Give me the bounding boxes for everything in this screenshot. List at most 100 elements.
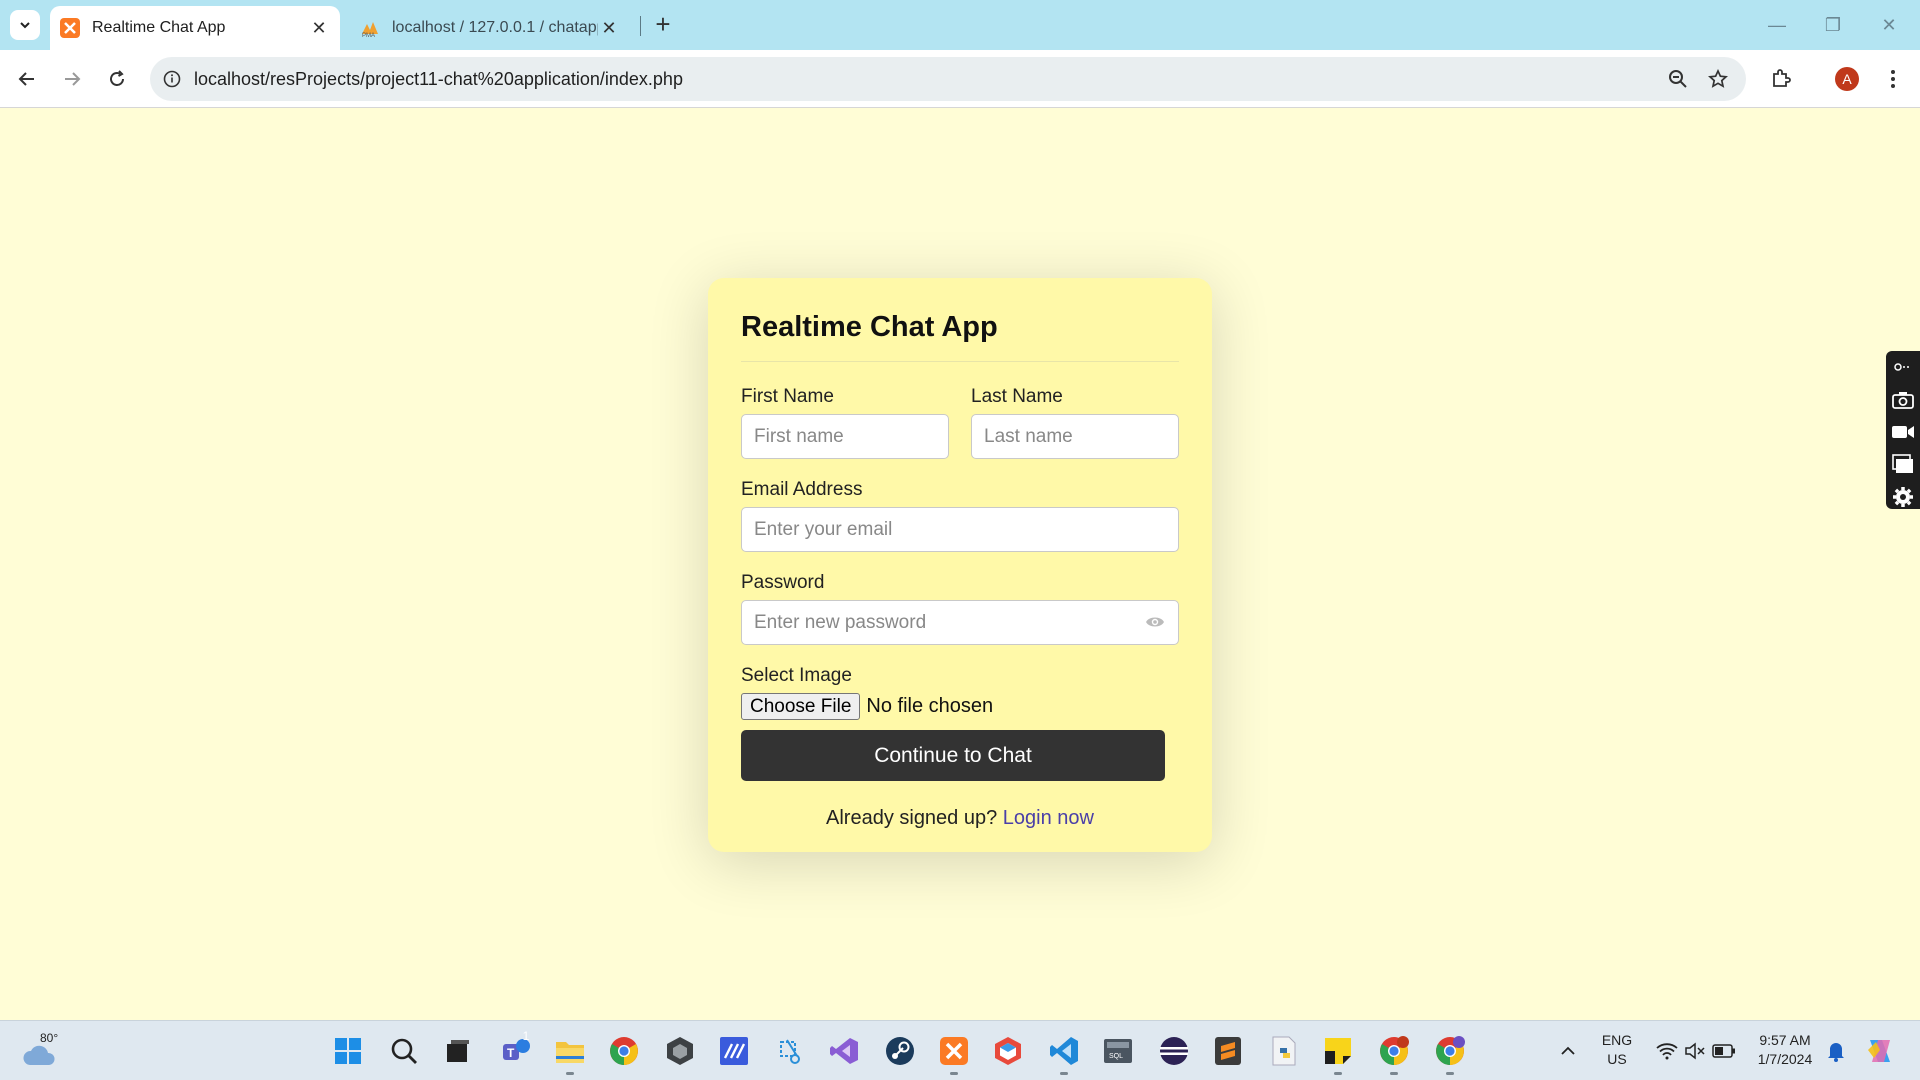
bookmark-button[interactable] [1698, 59, 1738, 99]
password-input[interactable] [741, 600, 1179, 645]
tab-title: localhost / 127.0.0.1 / chatappli [392, 19, 598, 36]
tab-realtime-chat[interactable]: Realtime Chat App ✕ [50, 6, 340, 50]
record-video-tool[interactable] [1890, 420, 1916, 444]
forward-button[interactable] [55, 62, 89, 96]
steam-app[interactable] [882, 1033, 918, 1069]
gear-icon [1893, 486, 1913, 507]
region-code: US [1607, 1051, 1627, 1067]
close-tab-icon[interactable]: ✕ [308, 17, 330, 39]
sublime-icon [1215, 1037, 1241, 1065]
notifications-button[interactable] [1818, 1033, 1854, 1069]
sql-app[interactable]: SQL [1100, 1033, 1136, 1069]
login-prompt: Already signed up? Login now [741, 807, 1179, 830]
browser-menu-button[interactable] [1876, 62, 1910, 96]
xampp-icon [940, 1037, 968, 1065]
copilot-button[interactable] [1862, 1033, 1898, 1069]
unity-app[interactable] [662, 1033, 698, 1069]
first-name-label: First Name [741, 386, 834, 407]
first-name-input[interactable] [741, 414, 949, 459]
chrome-profile-b-app[interactable] [1432, 1033, 1468, 1075]
task-view-button[interactable] [440, 1033, 476, 1069]
capture-settings-tool[interactable] [1890, 485, 1916, 509]
extensions-button[interactable] [1764, 62, 1798, 96]
windows-taskbar: 80° T 1 SQL ENG US 9:57 AM 1/7/2024 [0, 1020, 1920, 1080]
running-indicator [1334, 1072, 1342, 1075]
volume-muted-icon [1685, 1042, 1705, 1060]
clock-time: 9:57 AM [1759, 1032, 1811, 1048]
window-icon [1892, 454, 1913, 474]
chart-tile-icon [720, 1037, 748, 1065]
continue-to-chat-button[interactable]: Continue to Chat [741, 730, 1165, 781]
image-label: Select Image [741, 665, 852, 686]
zoom-out-icon [1669, 70, 1687, 88]
eye-icon[interactable] [1145, 614, 1165, 630]
chrome-icon [1436, 1036, 1465, 1065]
eclipse-app[interactable] [1156, 1033, 1192, 1069]
visual-studio-marketplace-app[interactable] [716, 1033, 752, 1069]
reload-button[interactable] [100, 62, 134, 96]
file-explorer-app[interactable] [552, 1033, 588, 1075]
window-capture-tool[interactable] [1890, 452, 1916, 476]
task-view-icon [447, 1040, 469, 1062]
teams-badge: 1 [522, 1029, 530, 1043]
zoom-button[interactable] [1658, 59, 1698, 99]
chevron-down-icon [20, 22, 30, 29]
minimize-button[interactable]: — [1764, 12, 1790, 38]
taskbar-search-button[interactable] [386, 1033, 422, 1069]
sublime-app[interactable] [1210, 1033, 1246, 1069]
url-text[interactable]: localhost/resProjects/project11-chat%20a… [194, 69, 1658, 90]
email-input[interactable] [741, 507, 1179, 552]
tab-search-button[interactable] [10, 10, 40, 40]
close-window-button[interactable]: ✕ [1876, 12, 1902, 38]
chevron-up-icon [1561, 1046, 1575, 1055]
login-prompt-text: Already signed up? [826, 807, 998, 829]
python-file-icon [1272, 1036, 1296, 1066]
login-now-link[interactable]: Login now [1003, 807, 1094, 829]
info-icon [163, 70, 181, 88]
pin-tool[interactable] [1890, 355, 1916, 379]
page-content: Realtime Chat App First Name Last Name E… [0, 109, 1920, 1020]
start-button[interactable] [330, 1033, 366, 1069]
python-app[interactable] [1266, 1033, 1302, 1069]
hexagon-app[interactable] [990, 1033, 1026, 1069]
xampp-favicon-icon [60, 18, 80, 38]
weather-temp: 80° [40, 1031, 59, 1045]
screenshot-tool[interactable] [1890, 387, 1916, 411]
svg-text:SQL: SQL [1109, 1053, 1123, 1060]
sticky-note-icon [1325, 1038, 1351, 1064]
quick-settings-button[interactable] [1648, 1033, 1744, 1069]
profile-button[interactable]: A [1830, 62, 1864, 96]
file-status: No file chosen [866, 695, 994, 717]
puzzle-icon [1773, 69, 1791, 87]
steam-icon [886, 1037, 914, 1065]
visual-studio-app[interactable] [826, 1033, 862, 1069]
last-name-input[interactable] [971, 414, 1179, 459]
teams-app[interactable]: T 1 [498, 1029, 534, 1069]
capture-toolbar [1886, 351, 1920, 509]
clock[interactable]: 9:57 AM 1/7/2024 [1748, 1031, 1822, 1069]
running-indicator [1390, 1072, 1398, 1075]
choose-file-button[interactable]: Choose File [741, 693, 861, 720]
running-indicator [566, 1072, 574, 1075]
new-tab-button[interactable]: + [650, 11, 676, 38]
vscode-app[interactable] [1046, 1033, 1082, 1075]
back-button[interactable] [10, 62, 44, 96]
show-hidden-icons-button[interactable] [1550, 1033, 1586, 1069]
weather-widget[interactable]: 80° [22, 1031, 62, 1069]
more-vertical-icon [1891, 70, 1895, 88]
chrome-app[interactable] [606, 1033, 642, 1069]
site-info-button[interactable] [150, 70, 194, 88]
language-code: ENG [1601, 1032, 1633, 1048]
svg-text:T: T [507, 1046, 515, 1060]
chrome-profile-a-app[interactable] [1376, 1033, 1412, 1075]
reload-icon [110, 70, 124, 86]
language-indicator[interactable]: ENG US [1594, 1031, 1640, 1069]
sticky-notes-app[interactable] [1320, 1033, 1356, 1075]
address-bar[interactable]: localhost/resProjects/project11-chat%20a… [150, 57, 1746, 101]
tab-phpmyadmin[interactable]: PMA localhost / 127.0.0.1 / chatappli ✕ [350, 6, 630, 50]
restore-button[interactable]: ❐ [1820, 12, 1846, 38]
xampp-app[interactable] [936, 1033, 972, 1075]
snipping-tool-app[interactable] [772, 1033, 808, 1069]
close-tab-icon[interactable]: ✕ [598, 17, 620, 39]
email-label: Email Address [741, 479, 863, 500]
